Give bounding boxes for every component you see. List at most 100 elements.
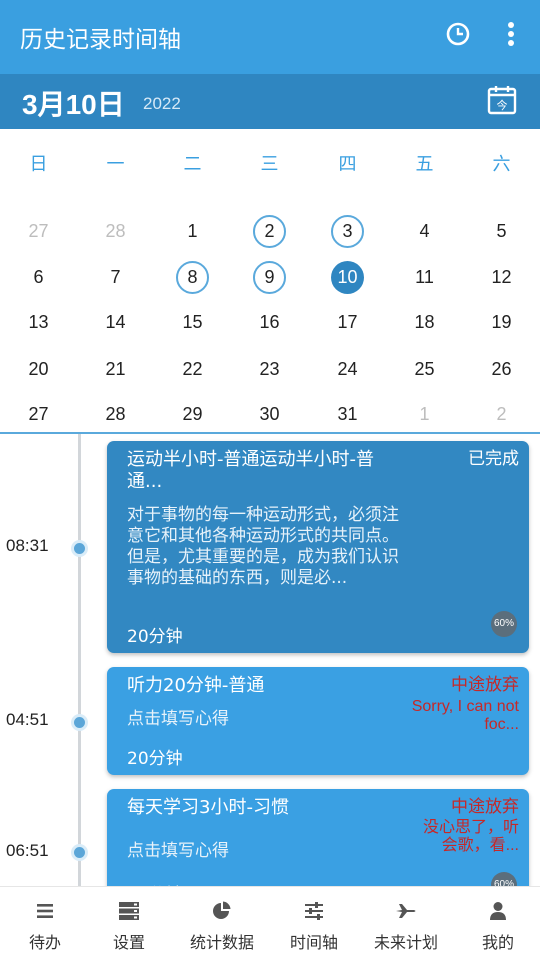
- calendar-day-number: 7: [110, 267, 121, 287]
- calendar-day-number: 9: [253, 261, 286, 294]
- calendar-day[interactable]: 5: [463, 211, 540, 251]
- card-title: 每天学习3小时-习惯: [127, 797, 289, 818]
- calendar-day[interactable]: 17: [309, 302, 386, 342]
- calendar-day[interactable]: 22: [154, 349, 231, 389]
- calendar-day-number: 2: [253, 215, 286, 248]
- weekday-thu: 四: [338, 154, 357, 175]
- calendar-day[interactable]: 30: [231, 394, 308, 434]
- calendar-day[interactable]: 29: [154, 394, 231, 434]
- calendar-day[interactable]: 31: [309, 394, 386, 434]
- calendar-day[interactable]: 1: [154, 211, 231, 251]
- card-title: 运动半小时-普通运动半小时-普通...: [127, 449, 374, 492]
- calendar-day[interactable]: 7: [77, 257, 154, 297]
- nav-label: 待办: [28, 933, 61, 952]
- card-duration: 20分钟: [127, 749, 183, 769]
- timeline-dot: [71, 540, 88, 557]
- calendar-day[interactable]: 19: [463, 302, 540, 342]
- calendar-day[interactable]: 20: [0, 349, 77, 389]
- history-clock-icon[interactable]: [444, 20, 472, 48]
- calendar-day[interactable]: 27: [0, 394, 77, 434]
- calendar-day[interactable]: 24: [309, 349, 386, 389]
- calendar-day[interactable]: 4: [386, 211, 463, 251]
- card-description: 点击填写心得: [127, 709, 229, 729]
- card-duration: 20分钟: [127, 627, 183, 647]
- calendar-day[interactable]: 16: [231, 302, 308, 342]
- card-description: 对于事物的每一种运动形式，必须注意它和其他各种运动形式的共同点。但是，尤其重要的…: [127, 505, 399, 588]
- calendar-day-number: 23: [259, 359, 280, 379]
- calendar-day-number: 15: [182, 312, 203, 332]
- nav-label: 我的: [481, 933, 514, 952]
- calendar-day-number: 21: [105, 359, 126, 379]
- calendar-day[interactable]: 6: [0, 257, 77, 297]
- calendar-day[interactable]: 3: [309, 211, 386, 251]
- calendar-day[interactable]: 8: [154, 257, 231, 297]
- date-header: 3月10日 2022: [0, 74, 540, 129]
- list-icon: [37, 904, 53, 918]
- calendar-day[interactable]: 26: [463, 349, 540, 389]
- today-calendar-icon[interactable]: 今: [486, 84, 518, 116]
- calendar-day-selected[interactable]: 10: [309, 257, 386, 297]
- calendar-day[interactable]: 2: [231, 211, 308, 251]
- nav-settings[interactable]: 设置: [84, 887, 174, 960]
- calendar-day[interactable]: 28: [77, 394, 154, 434]
- weekday-tue: 二: [183, 154, 202, 175]
- calendar-day[interactable]: 12: [463, 257, 540, 297]
- calendar-day-number: 2: [496, 404, 507, 424]
- calendar-day-number: 19: [491, 312, 512, 332]
- bottom-nav: 待办 设置 统计数据 时间轴 未来计划 我的: [0, 886, 540, 960]
- calendar-day[interactable]: 27: [0, 211, 77, 251]
- sliders-icon: [305, 902, 323, 920]
- timeline-line: [78, 434, 81, 886]
- calendar-day-number: 18: [414, 312, 435, 332]
- nav-label: 统计数据: [189, 933, 254, 952]
- calendar-day-number: 28: [105, 221, 126, 241]
- calendar-day[interactable]: 15: [154, 302, 231, 342]
- timeline-dot: [71, 844, 88, 861]
- calendar-day-number: 26: [491, 359, 512, 379]
- nav-future-plan[interactable]: 未来计划: [361, 887, 451, 960]
- calendar-day-number: 5: [496, 221, 507, 241]
- entry-time: 04:51: [6, 710, 49, 729]
- calendar-day[interactable]: 28: [77, 211, 154, 251]
- calendar-day-number: 20: [28, 359, 49, 379]
- app-title: 历史记录时间轴: [20, 27, 181, 53]
- calendar-day[interactable]: 9: [231, 257, 308, 297]
- nav-todo[interactable]: 待办: [0, 887, 90, 960]
- calendar-day-number: 1: [419, 404, 430, 424]
- nav-timeline[interactable]: 时间轴: [269, 887, 359, 960]
- calendar-day-number: 11: [415, 267, 434, 287]
- pie-chart-icon: [213, 901, 231, 919]
- calendar-day[interactable]: 1: [386, 394, 463, 434]
- nav-statistics[interactable]: 统计数据: [177, 887, 267, 960]
- entry-time: 08:31: [6, 536, 49, 555]
- calendar-day-number: 3: [331, 215, 364, 248]
- calendar-day[interactable]: 11: [386, 257, 463, 297]
- history-card[interactable]: 运动半小时-普通运动半小时-普通... 已完成 对于事物的每一种运动形式，必须注…: [107, 441, 529, 653]
- calendar-day-number: 16: [259, 312, 280, 332]
- nav-profile[interactable]: 我的: [453, 887, 540, 960]
- today-icon-label: 今: [497, 98, 508, 112]
- more-vert-icon[interactable]: [497, 20, 525, 48]
- card-title: 听力20分钟-普通: [127, 675, 265, 696]
- card-note: Sorry, I can not foc...: [411, 698, 519, 733]
- calendar-day-number: 4: [419, 221, 430, 241]
- card-status: 已完成: [468, 449, 519, 468]
- history-card[interactable]: 听力20分钟-普通 中途放弃 Sorry, I can not foc... 点…: [107, 667, 529, 775]
- calendar-day[interactable]: 14: [77, 302, 154, 342]
- person-icon: [490, 902, 506, 920]
- settings-stack-icon: [119, 902, 139, 920]
- calendar-day[interactable]: 18: [386, 302, 463, 342]
- weekday-fri: 五: [415, 154, 434, 175]
- calendar-day[interactable]: 2: [463, 394, 540, 434]
- calendar-day-number: 8: [176, 261, 209, 294]
- app-bar: 历史记录时间轴: [0, 0, 540, 74]
- calendar-day[interactable]: 25: [386, 349, 463, 389]
- calendar-day[interactable]: 21: [77, 349, 154, 389]
- calendar-day-number: 24: [337, 359, 358, 379]
- weekday-sun: 日: [29, 154, 48, 175]
- card-description: 点击填写心得: [127, 841, 229, 861]
- calendar-day-number: 29: [182, 404, 203, 424]
- calendar-day-number: 30: [259, 404, 280, 424]
- calendar-day[interactable]: 23: [231, 349, 308, 389]
- calendar-day[interactable]: 13: [0, 302, 77, 342]
